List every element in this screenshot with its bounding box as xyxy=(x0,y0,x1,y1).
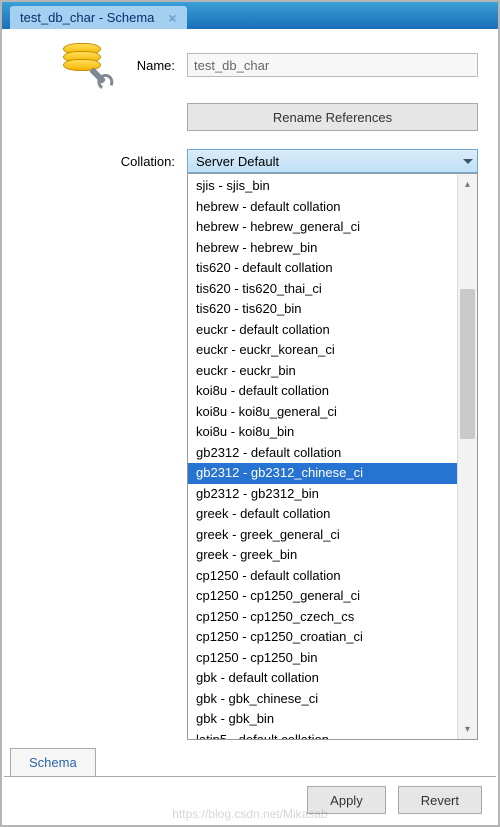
collation-option[interactable]: hebrew - hebrew_general_ci xyxy=(188,217,457,238)
scroll-up-icon[interactable]: ▴ xyxy=(458,174,477,194)
collation-option[interactable]: hebrew - default collation xyxy=(188,197,457,218)
chevron-down-icon xyxy=(463,159,473,164)
collation-option[interactable]: greek - greek_general_ci xyxy=(188,525,457,546)
collation-option[interactable]: cp1250 - cp1250_croatian_ci xyxy=(188,627,457,648)
collation-option[interactable]: euckr - default collation xyxy=(188,320,457,341)
collation-dropdown-list: sjis - sjis_binhebrew - default collatio… xyxy=(187,173,478,740)
scroll-thumb[interactable] xyxy=(460,289,475,439)
collation-option[interactable]: greek - greek_bin xyxy=(188,545,457,566)
collation-option[interactable]: cp1250 - default collation xyxy=(188,566,457,587)
rename-references-button[interactable]: Rename References xyxy=(187,103,478,131)
tab-schema-editor[interactable]: test_db_char - Schema × xyxy=(10,6,187,29)
close-icon[interactable]: × xyxy=(168,10,176,26)
collation-option[interactable]: cp1250 - cp1250_czech_cs xyxy=(188,607,457,628)
footer-actions: Apply Revert xyxy=(4,777,496,823)
collation-option[interactable]: gb2312 - gb2312_chinese_ci xyxy=(188,463,457,484)
collation-label: Collation: xyxy=(22,154,177,169)
collation-option[interactable]: gbk - default collation xyxy=(188,668,457,689)
collation-option[interactable]: koi8u - koi8u_bin xyxy=(188,422,457,443)
scrollbar[interactable]: ▴ ▾ xyxy=(457,174,477,739)
name-input[interactable] xyxy=(187,53,478,77)
tab-schema[interactable]: Schema xyxy=(10,748,96,776)
footer-tab-bar: Schema xyxy=(4,749,496,777)
name-row: Name: xyxy=(22,41,478,89)
collation-option[interactable]: cp1250 - cp1250_general_ci xyxy=(188,586,457,607)
collation-option[interactable]: euckr - euckr_bin xyxy=(188,361,457,382)
collation-option[interactable]: greek - default collation xyxy=(188,504,457,525)
tab-title: test_db_char - Schema xyxy=(20,10,154,25)
collation-option[interactable]: gbk - gbk_chinese_ci xyxy=(188,689,457,710)
collation-option[interactable]: gb2312 - gb2312_bin xyxy=(188,484,457,505)
collation-option[interactable]: gb2312 - default collation xyxy=(188,443,457,464)
collation-option[interactable]: sjis - sjis_bin xyxy=(188,176,457,197)
collation-option[interactable]: hebrew - hebrew_bin xyxy=(188,238,457,259)
revert-button[interactable]: Revert xyxy=(398,786,482,814)
collation-option[interactable]: euckr - euckr_korean_ci xyxy=(188,340,457,361)
collation-option[interactable]: tis620 - tis620_thai_ci xyxy=(188,279,457,300)
collation-option[interactable]: gbk - gbk_bin xyxy=(188,709,457,730)
collation-combobox[interactable]: Server Default xyxy=(187,149,478,173)
collation-option[interactable]: tis620 - default collation xyxy=(188,258,457,279)
collation-selected: Server Default xyxy=(196,154,279,169)
database-icon xyxy=(61,41,109,89)
scroll-track[interactable] xyxy=(458,194,477,719)
name-label: Name: xyxy=(137,58,175,73)
scroll-down-icon[interactable]: ▾ xyxy=(458,719,477,739)
collation-option[interactable]: koi8u - default collation xyxy=(188,381,457,402)
apply-button[interactable]: Apply xyxy=(307,786,386,814)
collation-option[interactable]: koi8u - koi8u_general_ci xyxy=(188,402,457,423)
collation-option[interactable]: cp1250 - cp1250_bin xyxy=(188,648,457,669)
collation-option[interactable]: latin5 - default collation xyxy=(188,730,457,741)
tab-bar: test_db_char - Schema × xyxy=(2,2,498,29)
collation-option[interactable]: tis620 - tis620_bin xyxy=(188,299,457,320)
